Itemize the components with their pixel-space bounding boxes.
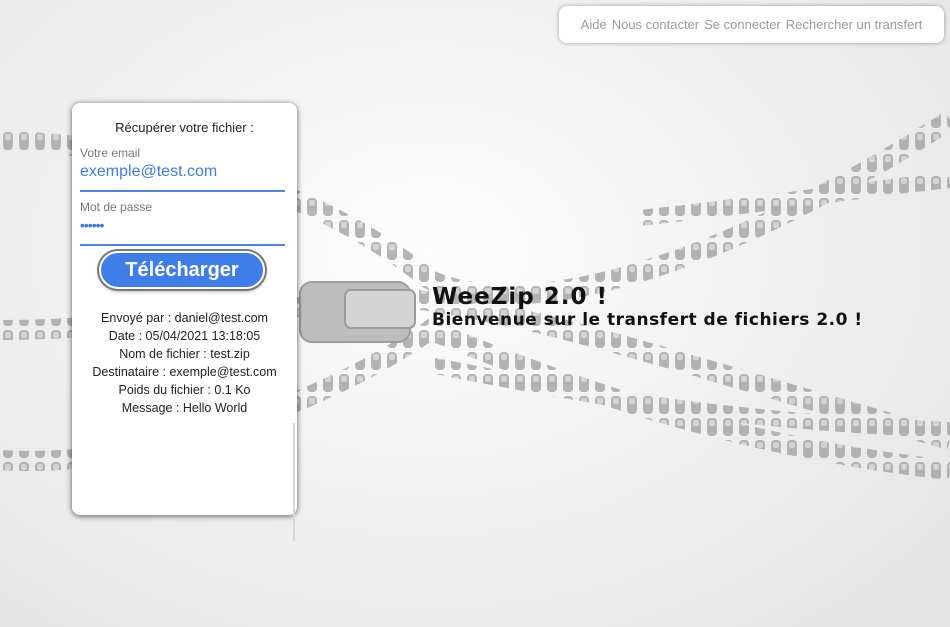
recipient-info: Destinataire : exemple@test.com [92,365,277,379]
transfer-info: Envoyé par : daniel@test.com Date : 05/0… [72,309,297,417]
hero-title: WeeZip 2.0 ! [432,284,609,310]
email-field[interactable]: exemple@test.com [80,163,285,192]
card-title: Récupérer votre fichier : [115,120,254,135]
nav-link-login[interactable]: Se connecter [704,17,781,32]
filesize-info: Poids du fichier : 0.1 Ko [118,383,251,397]
password-field[interactable]: •••••• [80,217,285,246]
password-label: Mot de passe [80,200,153,214]
nav-link-search-transfer[interactable]: Rechercher un transfert [786,17,923,32]
message-info: Message : Hello World [121,401,248,415]
email-label: Votre email [80,146,141,160]
top-navigation: Aide Nous contacter Se connecter Recherc… [559,6,944,43]
card-scrollbar[interactable] [293,423,295,541]
hero-subtitle: Bienvenue sur le transfert de fichiers 2… [432,310,863,330]
date-info: Date : 05/04/2021 13:18:05 [108,329,261,343]
hero-text: WeeZip 2.0 ! Bienvenue sur le transfert … [432,284,863,330]
download-button[interactable]: Télécharger [99,251,265,289]
nav-link-aide[interactable]: Aide [581,17,607,32]
filename-info: Nom de fichier : test.zip [119,347,250,361]
retrieve-file-card: Récupérer votre fichier : Votre email ex… [72,103,297,541]
nav-link-contact[interactable]: Nous contacter [612,17,699,32]
sender-info: Envoyé par : daniel@test.com [101,311,268,325]
